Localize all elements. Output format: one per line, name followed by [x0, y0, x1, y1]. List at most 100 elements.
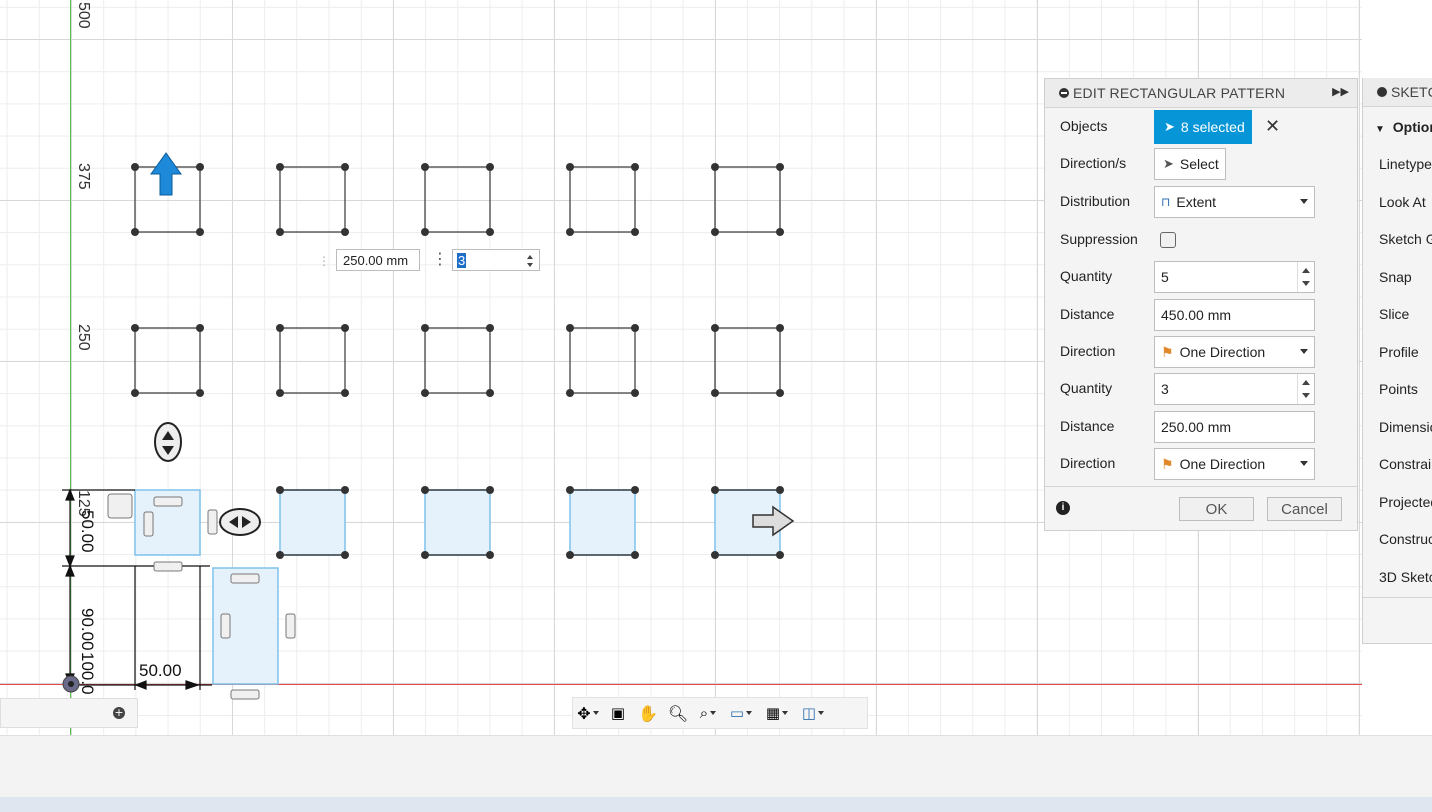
palette-item-projected[interactable]: Projected: [1379, 494, 1432, 510]
palette-item-points[interactable]: Points: [1379, 381, 1418, 397]
cursor-arrow-icon: ➤: [1163, 156, 1174, 171]
sketch-palette-header[interactable]: SKETC: [1363, 78, 1432, 107]
panel-header[interactable]: EDIT RECTANGULAR PATTERN ▶▶: [1045, 79, 1357, 108]
inline-pattern-editor: ⋮ 250.00 mm ⋮ 3: [316, 248, 540, 274]
pan-icon[interactable]: ✋: [633, 700, 663, 726]
panel-title: EDIT RECTANGULAR PATTERN: [1073, 85, 1286, 101]
palette-item-constraints[interactable]: Constrain: [1379, 456, 1432, 472]
os-taskbar: [0, 797, 1432, 812]
dimension-height-90[interactable]: 90.00: [77, 608, 97, 651]
quantity-1-value: 5: [1161, 269, 1169, 285]
one-direction-icon: ⚑: [1161, 455, 1174, 472]
quantity-2-label: Quantity: [1060, 380, 1113, 396]
orbit-icon[interactable]: ✥: [573, 700, 603, 726]
palette-item-slice[interactable]: Slice: [1379, 306, 1409, 322]
viewports-icon[interactable]: ◫: [795, 700, 831, 726]
distance-2-value: 250.00 mm: [1161, 419, 1232, 435]
distribution-label: Distribution: [1060, 193, 1131, 209]
quantity-1-label: Quantity: [1060, 268, 1113, 284]
palette-item-construction[interactable]: Construc: [1379, 531, 1432, 547]
direction-arrow-up[interactable]: [150, 152, 182, 196]
palette-item-profile[interactable]: Profile: [1379, 344, 1419, 360]
palette-divider: [1363, 597, 1432, 598]
palette-item-snap[interactable]: Snap: [1379, 269, 1412, 285]
quantity-1-input[interactable]: 5: [1154, 261, 1315, 293]
collapse-icon[interactable]: [1377, 87, 1387, 97]
suppression-checkbox[interactable]: [1160, 232, 1176, 248]
dimension-width-50[interactable]: 50.00: [139, 661, 182, 681]
grid-icon[interactable]: ▦: [759, 700, 795, 726]
direction-1-label: Direction: [1060, 343, 1116, 359]
sketch-palette-panel: SKETC ▼ Option Linetype Look At Sketch G…: [1362, 78, 1432, 644]
cursor-arrow-icon: ➤: [1164, 119, 1175, 134]
quantity-2-input[interactable]: 3: [1154, 373, 1315, 405]
bottom-row-edges: [280, 489, 780, 556]
direction-2-value: One Direction: [1179, 456, 1266, 472]
inline-quantity-spinner[interactable]: [525, 252, 537, 270]
objects-label: Objects: [1060, 118, 1108, 134]
chevron-down-icon: [1300, 199, 1308, 204]
ok-button[interactable]: OK: [1179, 497, 1254, 521]
suppression-label: Suppression: [1060, 231, 1138, 247]
distance-1-value: 450.00 mm: [1161, 307, 1232, 323]
quantity-2-value: 3: [1161, 381, 1169, 397]
clear-selection-icon[interactable]: ✕: [1265, 116, 1280, 137]
pattern-row-middle[interactable]: [134, 327, 781, 394]
navigation-toolbar: ✥ ▣ ✋ 🔍︎ ⌕ ▭ ▦ ◫: [572, 697, 868, 729]
row-distribution: Distribution ⊓ Extent: [1045, 185, 1357, 219]
directions-select-button[interactable]: ➤ Select: [1154, 148, 1226, 180]
distribution-dropdown[interactable]: ⊓ Extent: [1154, 186, 1315, 218]
direction-1-value: One Direction: [1179, 344, 1266, 360]
look-at-icon[interactable]: ▣: [603, 700, 633, 726]
drag-grip-icon[interactable]: ⋮: [318, 250, 332, 272]
zoom-window-icon[interactable]: ⌕: [693, 700, 723, 726]
row-objects: Objects ➤ 8 selected ✕: [1045, 110, 1357, 144]
quantity-1-spinner[interactable]: [1297, 262, 1314, 292]
distance-1-input[interactable]: 450.00 mm: [1154, 299, 1315, 331]
edit-rectangular-pattern-panel: EDIT RECTANGULAR PATTERN ▶▶ Objects ➤ 8 …: [1044, 78, 1358, 531]
objects-selection-button[interactable]: ➤ 8 selected: [1154, 110, 1252, 144]
palette-item-dimensions[interactable]: Dimensio: [1379, 419, 1432, 435]
quantity-2-spinner[interactable]: [1297, 374, 1314, 404]
distance-2-input[interactable]: 250.00 mm: [1154, 411, 1315, 443]
panel-footer: i OK Cancel: [1045, 486, 1357, 531]
spacing-handle-vertical[interactable]: [154, 422, 182, 462]
triangle-down-icon: ▼: [1375, 124, 1385, 135]
inline-quantity-input[interactable]: 3: [452, 249, 540, 271]
palette-item-3d-sketch[interactable]: 3D Sketc: [1379, 569, 1432, 585]
dimension-height-50[interactable]: 50.00: [77, 510, 97, 553]
expand-icon[interactable]: ▶▶: [1332, 85, 1349, 98]
direction-1-dropdown[interactable]: ⚑ One Direction: [1154, 336, 1315, 368]
separator-dots-icon: ⋮: [432, 249, 448, 268]
palette-item-linetype[interactable]: Linetype: [1379, 156, 1432, 172]
distance-1-label: Distance: [1060, 306, 1115, 322]
palette-item-sketch-grid[interactable]: Sketch G: [1379, 231, 1432, 247]
inline-distance-input[interactable]: 250.00 mm: [336, 249, 420, 271]
pattern-row-top[interactable]: [134, 166, 781, 233]
collapse-icon[interactable]: [1059, 88, 1069, 98]
row-distance-1: Distance 450.00 mm: [1045, 298, 1357, 332]
timeline-bar: [0, 735, 1432, 798]
extent-icon: ⊓: [1161, 195, 1171, 209]
zoom-icon[interactable]: 🔍︎: [663, 700, 693, 726]
add-comment-icon[interactable]: +: [113, 707, 125, 719]
row-distance-2: Distance 250.00 mm: [1045, 410, 1357, 444]
objects-selected-count: 8 selected: [1180, 119, 1245, 135]
spacing-handle-horizontal[interactable]: [219, 508, 261, 536]
palette-item-look-at[interactable]: Look At: [1379, 194, 1426, 210]
cancel-button[interactable]: Cancel: [1267, 497, 1342, 521]
options-section-header[interactable]: ▼ Option: [1375, 119, 1432, 135]
direction-2-label: Direction: [1060, 455, 1116, 471]
row-suppression: Suppression: [1045, 223, 1357, 257]
row-quantity-2: Quantity 3: [1045, 372, 1357, 406]
directions-select-label: Select: [1179, 156, 1219, 172]
direction-2-dropdown[interactable]: ⚑ One Direction: [1154, 448, 1315, 480]
info-icon[interactable]: i: [1056, 501, 1070, 515]
chevron-down-icon: [1300, 349, 1308, 354]
row-quantity-1: Quantity 5: [1045, 260, 1357, 294]
row-directions: Direction/s ➤ Select: [1045, 147, 1357, 181]
distance-2-label: Distance: [1060, 418, 1115, 434]
display-settings-icon[interactable]: ▭: [723, 700, 759, 726]
dimension-height-100[interactable]: 100.0: [77, 652, 97, 696]
row-direction-2: Direction ⚑ One Direction: [1045, 447, 1357, 481]
